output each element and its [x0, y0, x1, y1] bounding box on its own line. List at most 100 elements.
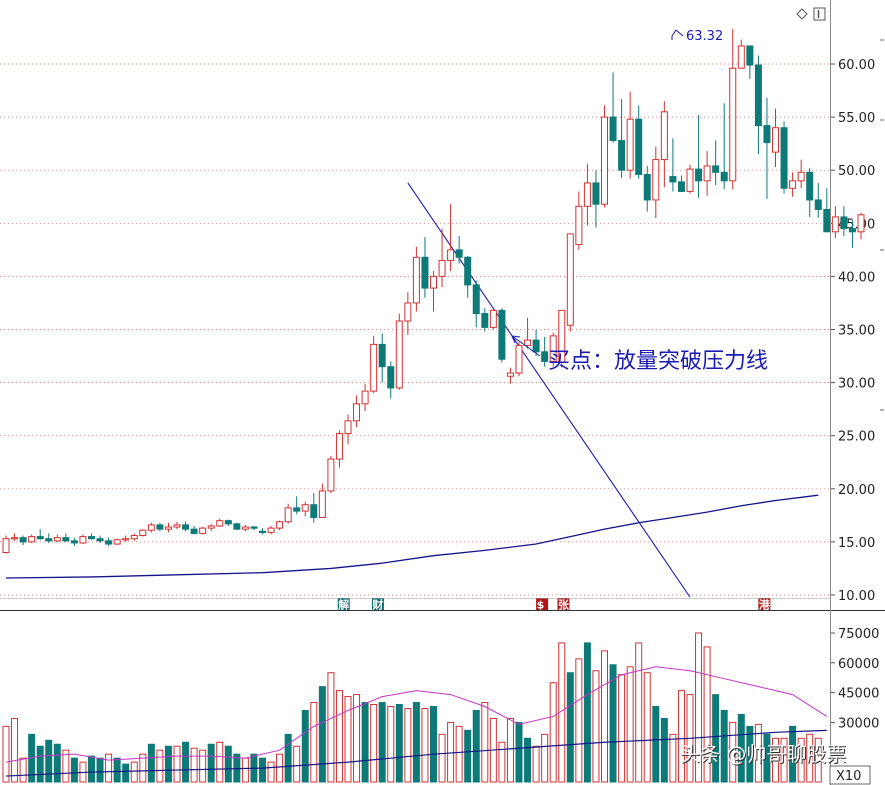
candle-body	[660, 111, 668, 161]
volume-bar	[370, 704, 378, 783]
volume-bar	[618, 674, 626, 783]
volume-bar	[412, 702, 420, 783]
volume-bar	[472, 709, 480, 783]
volume-bar	[430, 706, 437, 783]
candle-body	[301, 504, 309, 512]
price-tick-label: 15.00	[838, 536, 875, 551]
candle-body	[378, 343, 386, 368]
volume-bar	[293, 745, 301, 783]
candle-body	[241, 526, 249, 530]
volume-unit: X10	[829, 765, 871, 785]
candle-body	[310, 504, 318, 518]
candle-body	[79, 536, 87, 544]
volume-bar	[147, 743, 155, 783]
candle-body	[566, 233, 574, 326]
diamond-icon[interactable]	[796, 8, 808, 20]
volume-bar	[327, 672, 335, 783]
volume-bar	[190, 747, 198, 783]
candle-body	[395, 320, 403, 389]
volume-bar	[532, 745, 540, 783]
candle-body	[746, 45, 754, 66]
volume-tick-label: 75000	[838, 627, 879, 642]
candle-body	[737, 45, 745, 69]
volume-bar	[549, 682, 557, 783]
candle-body	[28, 536, 36, 543]
candle-body	[404, 302, 412, 322]
price-tick-label: 40.00	[838, 270, 875, 285]
event-badge-label: 港	[759, 598, 771, 612]
volume-tick-label: 60000	[838, 657, 879, 672]
candle-body	[19, 537, 27, 543]
volume-bar	[318, 686, 326, 783]
volume-bar	[455, 725, 463, 783]
candle-body	[643, 173, 651, 201]
candle-body	[276, 521, 284, 529]
volume-bar	[207, 743, 215, 783]
candle-body	[370, 343, 378, 392]
volume-bar	[626, 666, 634, 783]
candle-body	[130, 535, 138, 540]
candle-body	[729, 67, 737, 182]
volume-bar	[11, 717, 19, 783]
volume-bar	[199, 749, 207, 783]
volume-bar	[276, 753, 284, 783]
candle-body	[11, 537, 19, 540]
candle-body	[199, 527, 207, 534]
event-badge-label: 财	[371, 598, 383, 612]
candle-body	[703, 165, 711, 182]
candle-body	[233, 523, 241, 530]
candle-body	[361, 390, 369, 405]
candle-body	[387, 366, 395, 389]
candle-body	[164, 526, 172, 530]
candle-body	[344, 420, 352, 435]
volume-bar	[45, 739, 53, 783]
candle-body	[515, 344, 523, 374]
candle-body	[626, 118, 634, 171]
candle-body	[70, 540, 78, 544]
volume-unit-label: X10	[836, 769, 861, 784]
annotation-text: 买点：放量突破压力线	[548, 349, 768, 374]
volume-bar	[284, 733, 292, 783]
candle-body	[677, 181, 685, 192]
volume-bar	[310, 702, 318, 783]
candle-body	[575, 205, 583, 246]
volume-bar	[643, 672, 651, 783]
volume-bar	[601, 650, 608, 783]
candle-body	[353, 403, 361, 422]
candle-body	[601, 116, 608, 205]
volume-bar	[481, 702, 489, 783]
volume-bar	[421, 707, 429, 783]
candle-body	[806, 171, 814, 201]
volume-bar	[524, 737, 532, 783]
candle-body	[113, 539, 121, 545]
volume-bar	[301, 709, 309, 783]
watermark-text: 头条 @帅哥聊股票	[680, 742, 846, 766]
candle-body	[105, 540, 113, 545]
volume-bar	[88, 755, 95, 783]
candle-body	[464, 256, 472, 286]
candle-body	[583, 182, 591, 207]
volume-bar	[575, 658, 583, 783]
candle-body	[814, 199, 822, 210]
candle-body	[857, 214, 865, 233]
candle-body	[53, 537, 61, 542]
candle-body	[190, 528, 198, 534]
price-ma-line	[5, 494, 819, 579]
candle-body	[506, 372, 514, 377]
candle-body	[592, 182, 600, 205]
candle-body	[618, 139, 626, 171]
candle-body	[182, 524, 190, 530]
candle-body	[447, 249, 455, 261]
price-tick-label: 10.00	[838, 589, 875, 604]
candle-body	[156, 524, 164, 530]
volume-bar	[53, 743, 61, 783]
window-toggle-icon[interactable]	[813, 7, 826, 21]
volume-bar	[241, 757, 249, 783]
candle-body	[421, 256, 429, 289]
candle-body	[695, 168, 703, 182]
candle-body	[318, 490, 326, 518]
candle-body	[147, 524, 155, 531]
candle-body	[524, 339, 532, 346]
price-tick-label: 55.00	[838, 111, 875, 126]
candle-body	[412, 256, 420, 304]
